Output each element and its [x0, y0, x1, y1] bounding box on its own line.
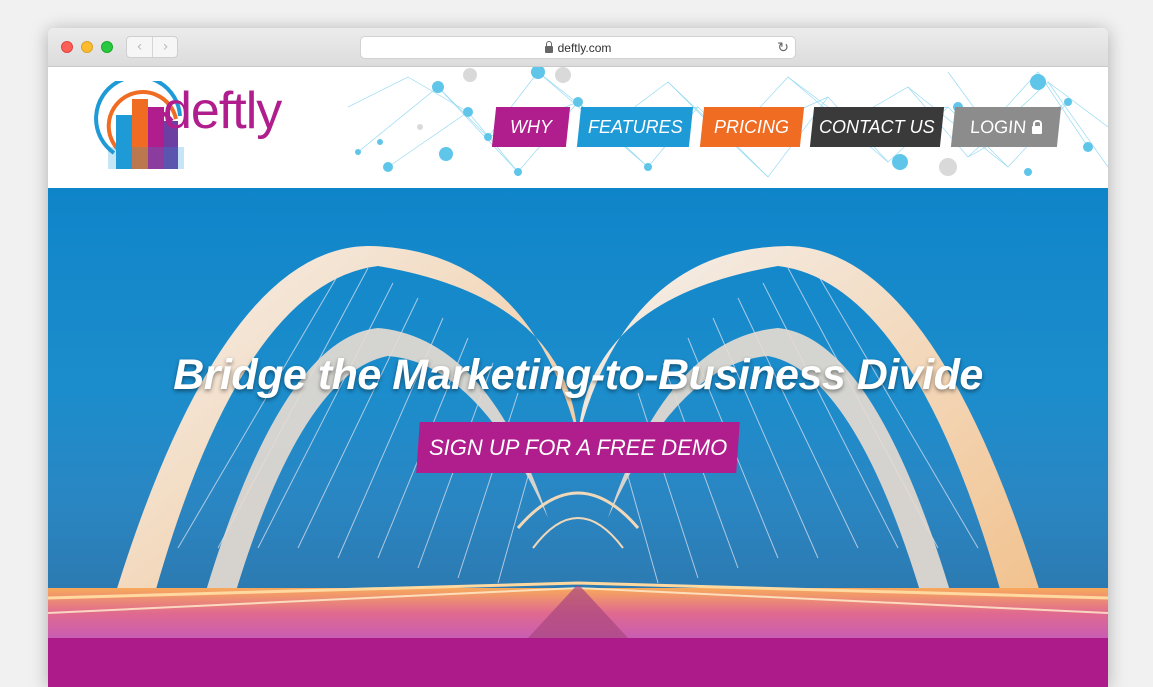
nav-features-label: FEATURES: [587, 117, 683, 137]
nav-pricing-label: PRICING: [714, 117, 790, 137]
nav-features[interactable]: FEATURES: [576, 107, 694, 147]
history-buttons: ‹ ›: [126, 36, 178, 58]
reload-icon[interactable]: ↻: [777, 37, 789, 59]
nav-login-label: LOGIN: [968, 117, 1028, 137]
nav-contact-us-label: CONTACT US: [819, 117, 935, 137]
address-bar[interactable]: deftly.com ↻: [360, 36, 796, 59]
nav-contact-us[interactable]: CONTACT US: [809, 107, 945, 147]
url-text: deftly.com: [557, 41, 612, 55]
zoom-window-button[interactable]: [101, 41, 113, 53]
chevron-right-icon[interactable]: ›: [153, 37, 178, 57]
hero-headline: Bridge the Marketing-to-Business Divide: [173, 351, 983, 399]
bridge-hero-image: [48, 246, 1108, 638]
lock-icon: [1032, 126, 1042, 134]
hero-section: Bridge the Marketing-to-Business Divide …: [48, 188, 1108, 638]
nav-why[interactable]: WHY: [491, 107, 571, 147]
free-demo-button[interactable]: SIGN UP FOR A FREE DEMO: [416, 422, 740, 473]
nav-why-label: WHY: [510, 117, 552, 137]
logo-text[interactable]: deftly: [163, 81, 282, 141]
nav-login[interactable]: LOGIN: [950, 107, 1062, 147]
close-window-button[interactable]: [61, 41, 73, 53]
magenta-section-band: [48, 638, 1108, 687]
free-demo-button-label: SIGN UP FOR A FREE DEMO: [428, 435, 728, 460]
secure-lock-icon: [544, 41, 553, 53]
browser-titlebar: ‹ › deftly.com ↻: [48, 28, 1108, 67]
nav-pricing[interactable]: PRICING: [699, 107, 805, 147]
browser-window: ‹ › deftly.com ↻ deftly WHY FEATURES PRI…: [48, 28, 1108, 687]
chevron-left-icon[interactable]: ‹: [127, 37, 153, 57]
site-header: deftly WHY FEATURES PRICING CONTACT US L…: [48, 67, 1108, 188]
minimize-window-button[interactable]: [81, 41, 93, 53]
